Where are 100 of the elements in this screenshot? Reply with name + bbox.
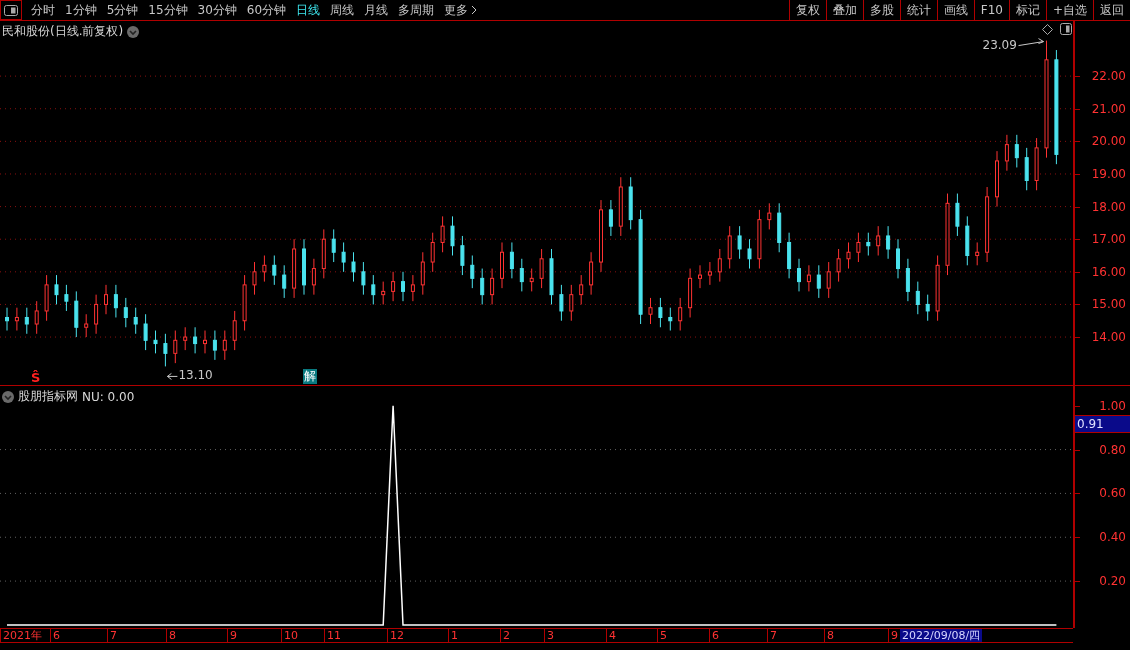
candlestick — [54, 274, 59, 305]
axis-tick-label: 0.80 — [1099, 442, 1126, 457]
candlestick — [430, 232, 435, 273]
candlestick — [658, 297, 663, 328]
candlestick — [232, 310, 237, 351]
low-price-label: 13.10 — [178, 368, 213, 383]
candlestick — [618, 176, 623, 237]
candlestick — [74, 290, 79, 338]
candlestick — [282, 264, 287, 299]
axis-month-label: 8 — [824, 629, 834, 642]
candlestick — [707, 261, 712, 286]
dropdown-icon[interactable] — [2, 390, 14, 403]
dropdown-icon[interactable] — [127, 25, 140, 38]
toolbar-button[interactable]: 多股 — [862, 0, 900, 20]
candlestick — [915, 281, 920, 315]
candlestick — [5, 307, 9, 332]
indicator-reading: NU: 0.00 — [82, 389, 135, 404]
axis-month-label: 8 — [166, 629, 176, 642]
period-tab[interactable]: 分时 — [26, 1, 60, 19]
axis-month-label: 2 — [500, 629, 510, 642]
candlestick — [401, 271, 405, 302]
period-tab[interactable]: 60分钟 — [241, 1, 292, 19]
candlestick — [628, 176, 633, 230]
candlestick — [460, 235, 465, 276]
toolbar-button[interactable]: 统计 — [899, 0, 937, 20]
toolbar-button[interactable]: 标记 — [1008, 0, 1046, 20]
toolbar-button[interactable]: 复权 — [788, 0, 826, 20]
current-value-label: 0.91 — [1075, 415, 1130, 434]
candlestick — [995, 150, 999, 208]
toolbar-button[interactable]: 画线 — [936, 0, 974, 20]
candlestick — [440, 215, 445, 253]
period-tab[interactable]: 月线 — [359, 1, 394, 19]
axis-month-label: 6 — [709, 629, 719, 642]
axis-month-label: 3 — [544, 629, 554, 642]
candlestick — [470, 255, 475, 289]
candlestick — [569, 284, 574, 322]
candlestick — [1014, 134, 1019, 168]
candlestick — [64, 284, 69, 312]
period-tab[interactable]: 更多 — [439, 1, 483, 19]
toolbar-button[interactable]: +自选 — [1045, 0, 1093, 20]
cursor-date-label: 2022/09/08/四 — [900, 629, 983, 642]
candlestick — [480, 268, 485, 305]
candlestick — [698, 264, 702, 289]
period-tab[interactable]: 日线 — [291, 1, 326, 19]
candlestick — [519, 258, 524, 292]
period-tab[interactable]: 1分钟 — [60, 1, 102, 19]
candlestick — [559, 284, 564, 322]
candlestick — [886, 225, 891, 260]
candlestick — [203, 330, 207, 354]
candlestick — [450, 215, 455, 256]
candlestick — [787, 232, 792, 279]
panel-toggle-button[interactable] — [0, 0, 22, 20]
chevron-right-icon — [471, 5, 478, 15]
candlestick — [589, 251, 594, 296]
candlestick — [935, 255, 940, 322]
toolbar-button[interactable]: F10 — [973, 0, 1009, 20]
candlestick — [292, 238, 297, 299]
candlestick — [94, 294, 99, 335]
axis-tick-label: 14.00 — [1091, 330, 1126, 345]
candlestick — [44, 274, 49, 322]
period-tab[interactable]: 5分钟 — [101, 1, 144, 19]
indicator-name: 股朋指标网 — [18, 388, 78, 405]
candlestick — [123, 297, 128, 328]
candlestick — [361, 261, 366, 296]
candlestick — [925, 294, 930, 322]
axis-month-label: 10 — [281, 629, 298, 642]
high-price-label: 23.09 — [982, 37, 1017, 52]
candlestick — [678, 297, 683, 332]
candlestick — [816, 264, 821, 299]
toolbar-button[interactable]: 叠加 — [825, 0, 863, 20]
candlestick — [905, 258, 910, 302]
axis-month-label: 6 — [50, 629, 60, 642]
candlestick — [836, 248, 841, 283]
candlestick — [381, 281, 386, 305]
toolbar-button[interactable]: 返回 — [1093, 0, 1130, 20]
candlestick — [252, 261, 257, 296]
chart-title: 民和股份(日线.前复权) — [2, 23, 124, 40]
panel-toggle-icon[interactable] — [1060, 23, 1072, 35]
diamond-icon[interactable] — [1042, 24, 1053, 35]
axis-tick-label: 16.00 — [1091, 264, 1126, 279]
candlestick — [391, 271, 396, 302]
period-tab[interactable]: 多周期 — [393, 1, 440, 19]
candlestick — [797, 258, 801, 292]
axis-tick-label: 18.00 — [1091, 199, 1126, 214]
period-tab[interactable]: 周线 — [325, 1, 360, 19]
axis-month-label: 7 — [767, 629, 777, 642]
candlestick — [212, 330, 217, 361]
candlestick — [222, 330, 227, 361]
candlestick — [371, 274, 376, 305]
candlestick — [410, 274, 415, 302]
leader-arrow — [166, 372, 178, 380]
candlestick — [84, 313, 89, 338]
axis-month-label: 2021年 — [0, 629, 42, 642]
candlestick — [529, 268, 534, 292]
candlestick — [965, 215, 970, 266]
period-tab[interactable]: 15分钟 — [143, 1, 193, 19]
candlestick — [183, 326, 188, 351]
candlestick — [1024, 147, 1029, 191]
period-tab[interactable]: 30分钟 — [192, 1, 242, 19]
candlestick — [420, 251, 425, 296]
